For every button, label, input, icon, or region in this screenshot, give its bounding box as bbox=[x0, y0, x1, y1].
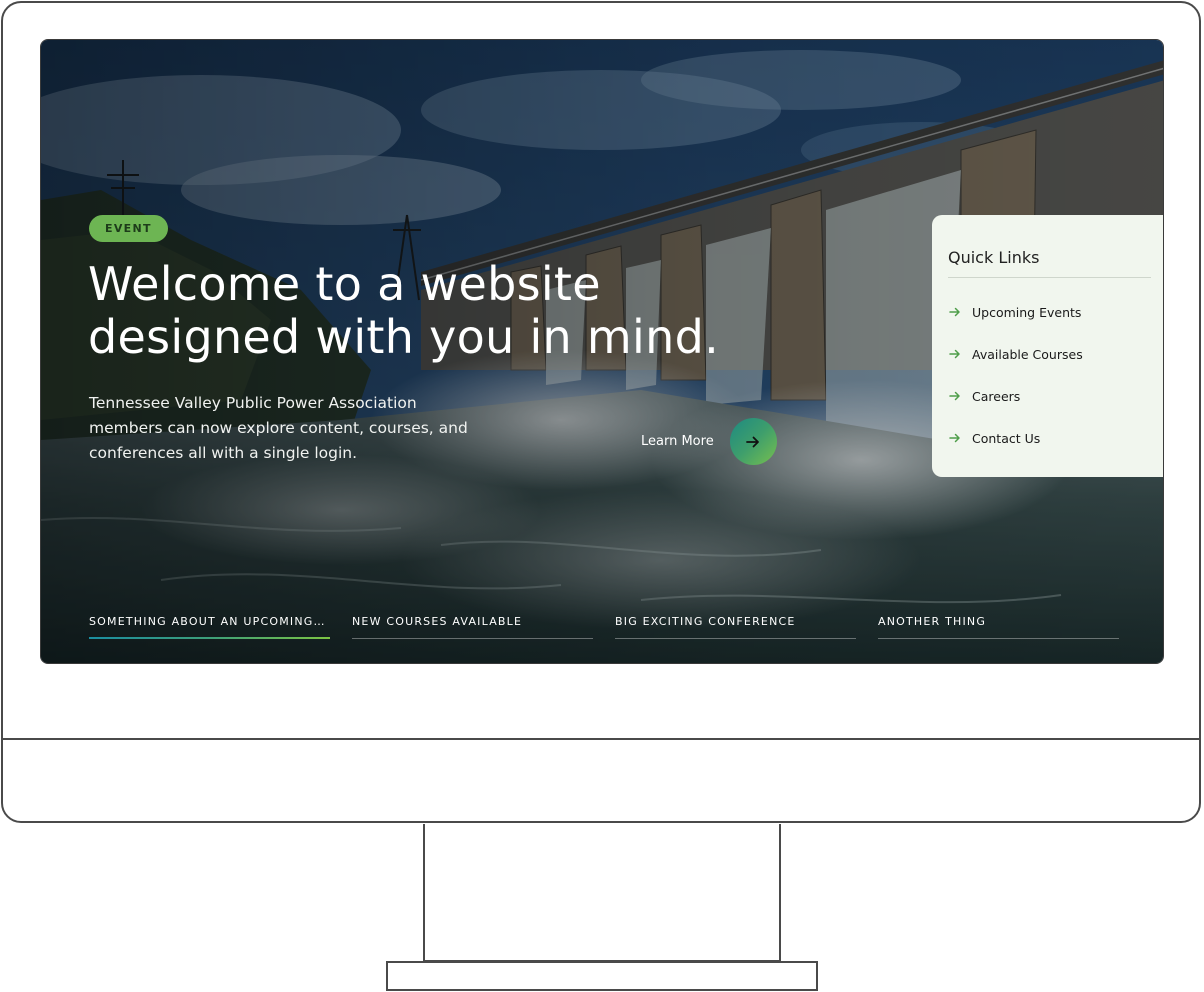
monitor-stand-neck bbox=[423, 824, 781, 962]
quick-links-title: Quick Links bbox=[948, 215, 1151, 278]
slide-tab-underline bbox=[615, 638, 856, 639]
slide-tab-label: ANOTHER THING bbox=[878, 615, 987, 628]
quick-link-available-courses[interactable]: Available Courses bbox=[948, 333, 1153, 375]
quick-links-list: Upcoming Events Available Courses Career… bbox=[948, 291, 1153, 459]
hero-headline: Welcome to a website designed with you i… bbox=[88, 258, 788, 364]
quick-link-label: Upcoming Events bbox=[972, 304, 1082, 320]
learn-more-button[interactable]: Learn More bbox=[641, 418, 777, 465]
slide-tab-underline bbox=[878, 638, 1119, 639]
arrow-right-icon bbox=[949, 349, 960, 359]
learn-more-label: Learn More bbox=[641, 434, 714, 449]
monitor-chin-divider bbox=[1, 738, 1201, 740]
event-badge: EVENT bbox=[89, 215, 168, 242]
arrow-right-icon bbox=[949, 433, 960, 443]
monitor-stand-base bbox=[386, 961, 818, 991]
arrow-right-icon[interactable] bbox=[729, 418, 777, 465]
quick-link-upcoming-events[interactable]: Upcoming Events bbox=[948, 291, 1153, 333]
slide-tab-conference[interactable]: BIG EXCITING CONFERENCE bbox=[615, 615, 856, 639]
quick-link-label: Careers bbox=[972, 388, 1021, 404]
slide-tab-label: NEW COURSES AVAILABLE bbox=[352, 615, 523, 628]
hero-headline-line-2: designed with you in mind. bbox=[88, 310, 720, 364]
hero-headline-line-1: Welcome to a website bbox=[88, 257, 601, 311]
quick-link-label: Available Courses bbox=[972, 346, 1083, 362]
arrow-right-icon bbox=[949, 307, 960, 317]
slide-tab-new-courses[interactable]: NEW COURSES AVAILABLE bbox=[352, 615, 593, 639]
slide-tab-progress-bar bbox=[89, 637, 330, 639]
slide-tab-upcoming-event[interactable]: SOMETHING ABOUT AN UPCOMING EVENT bbox=[89, 615, 330, 639]
slide-tab-label: BIG EXCITING CONFERENCE bbox=[615, 615, 796, 628]
quick-link-contact-us[interactable]: Contact Us bbox=[948, 417, 1153, 459]
quick-link-label: Contact Us bbox=[972, 430, 1041, 446]
slide-tab-another-thing[interactable]: ANOTHER THING bbox=[878, 615, 1119, 639]
arrow-right-icon bbox=[949, 391, 960, 401]
quick-link-careers[interactable]: Careers bbox=[948, 375, 1153, 417]
slide-tab-label: SOMETHING ABOUT AN UPCOMING EVENT bbox=[89, 615, 327, 628]
hero-description: Tennessee Valley Public Power Associatio… bbox=[89, 394, 468, 462]
slide-tab-underline bbox=[352, 638, 593, 639]
slide-tabs: SOMETHING ABOUT AN UPCOMING EVENT NEW CO… bbox=[89, 615, 1121, 639]
quick-links-panel: Quick Links Upcoming Events Available Co… bbox=[932, 215, 1163, 477]
hero-section: EVENT Welcome to a website designed with… bbox=[40, 39, 1164, 664]
